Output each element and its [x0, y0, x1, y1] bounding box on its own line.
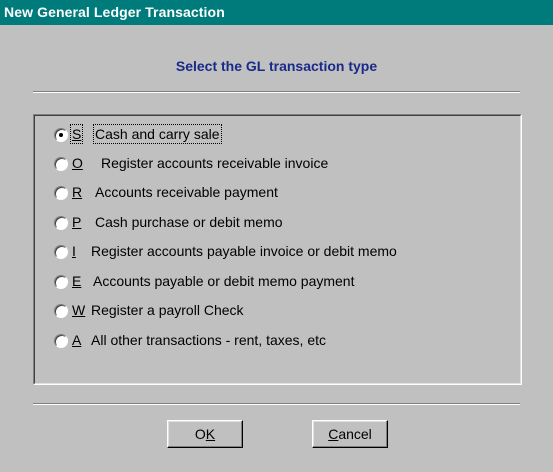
- radio-button[interactable]: [54, 334, 68, 348]
- option-key: P: [72, 214, 82, 230]
- separator-top: [33, 91, 520, 93]
- radio-button[interactable]: [54, 157, 68, 171]
- radio-dot: [59, 133, 63, 137]
- option-label: All other transactions - rent, taxes, et…: [91, 332, 326, 348]
- separator-bottom: [33, 403, 520, 405]
- cancel-button[interactable]: Cancel: [312, 420, 388, 448]
- option-key: S: [69, 124, 84, 144]
- cancel-label-rest: ancel: [338, 426, 372, 442]
- window-title: New General Ledger Transaction: [4, 4, 225, 20]
- transaction-type-group: S Cash and carry sale O Register account…: [33, 114, 522, 385]
- option-label: Register accounts receivable invoice: [101, 155, 329, 171]
- title-bar[interactable]: New General Ledger Transaction: [0, 0, 553, 25]
- option-key: E: [72, 273, 82, 289]
- option-label: Register accounts payable invoice or deb…: [91, 243, 397, 259]
- option-label: Accounts receivable payment: [95, 184, 278, 200]
- ok-mnemonic: K: [205, 426, 216, 442]
- radio-button[interactable]: [54, 245, 68, 259]
- option-key: A: [72, 332, 82, 348]
- dialog-heading: Select the GL transaction type: [175, 58, 378, 74]
- option-label: Cash purchase or debit memo: [95, 214, 283, 230]
- ok-label-prefix: O: [194, 426, 206, 442]
- radio-button[interactable]: [54, 304, 68, 318]
- option-key: W: [72, 302, 86, 318]
- dialog-window: New General Ledger Transaction Select th…: [0, 0, 553, 472]
- cancel-mnemonic: C: [328, 426, 339, 442]
- option-label: Register a payroll Check: [91, 302, 244, 318]
- option-label: Accounts payable or debit memo payment: [93, 273, 355, 289]
- option-key: O: [72, 155, 83, 171]
- radio-button[interactable]: [54, 128, 68, 142]
- ok-button[interactable]: OK: [167, 420, 243, 448]
- option-label: Cash and carry sale: [93, 124, 222, 144]
- option-key: I: [72, 243, 76, 259]
- radio-button[interactable]: [54, 275, 68, 289]
- option-key: R: [72, 184, 83, 200]
- radio-button[interactable]: [54, 216, 68, 230]
- radio-button[interactable]: [54, 186, 68, 200]
